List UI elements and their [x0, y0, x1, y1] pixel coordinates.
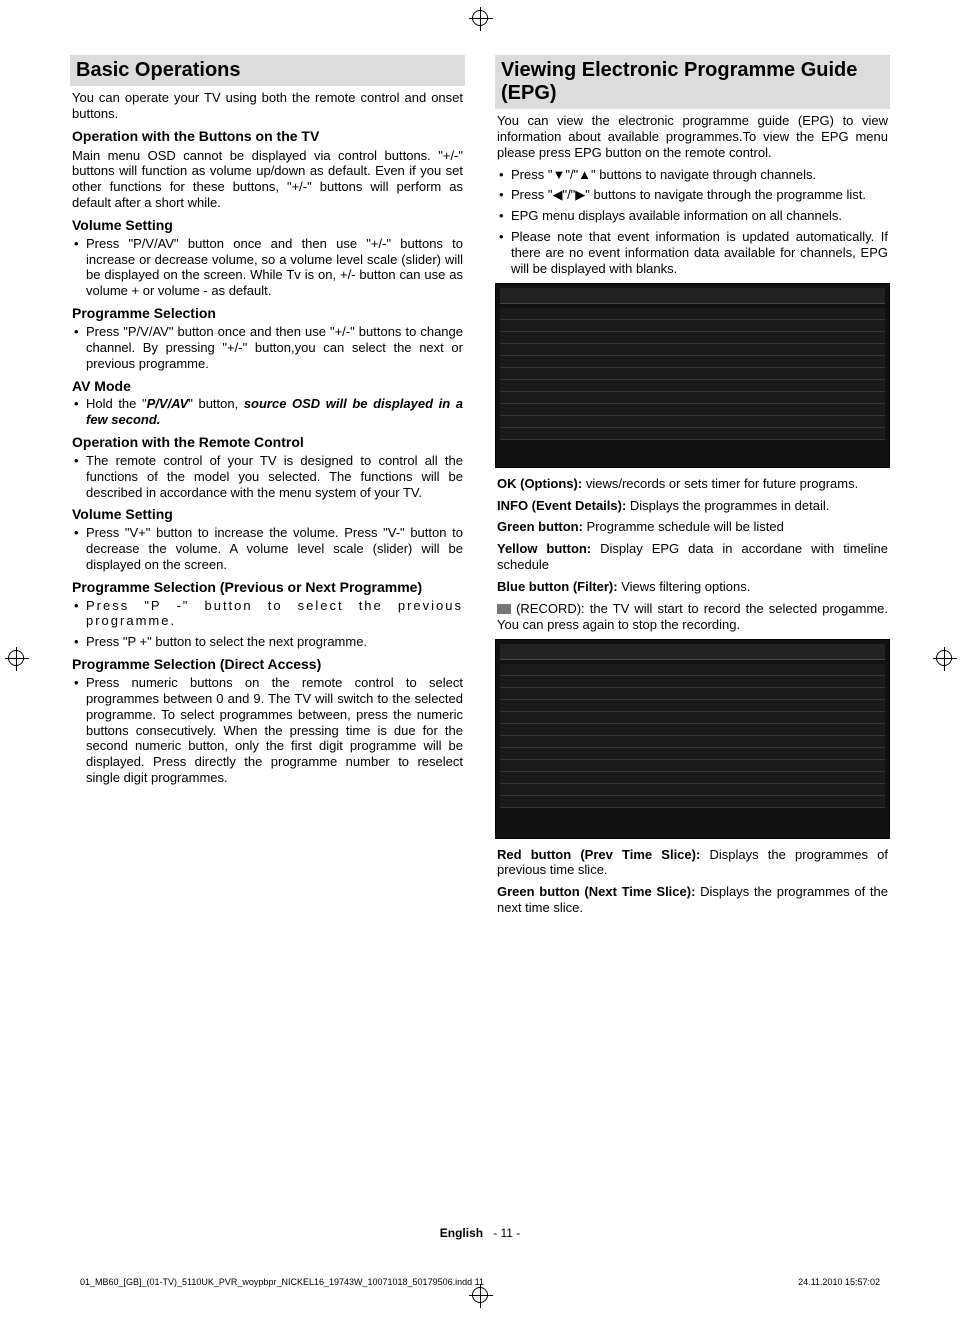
label-bold: Red button (Prev Time Slice): — [497, 847, 700, 862]
bullet-item: The remote control of your TV is designe… — [72, 453, 463, 501]
heading-av-mode: AV Mode — [72, 378, 463, 395]
heading-programme-prev-next: Programme Selection (Previous or Next Pr… — [72, 579, 463, 596]
label-bold: OK (Options): — [497, 476, 582, 491]
yellow-button: Yellow button: Display EPG data in accor… — [497, 541, 888, 573]
footer-page-number: - 11 - — [493, 1226, 520, 1240]
left-column: Basic Operations You can operate your TV… — [70, 55, 465, 922]
label-bold: Blue button (Filter): — [497, 579, 618, 594]
bullet-item: Press "V+" button to increase the volume… — [72, 525, 463, 573]
green-button-next: Green button (Next Time Slice): Displays… — [497, 884, 888, 916]
label-bold: Green button: — [497, 519, 583, 534]
epg-screenshot-2 — [495, 639, 890, 839]
intro-text: You can operate your TV using both the r… — [72, 90, 463, 122]
intro-text: You can view the electronic programme gu… — [497, 113, 888, 161]
blue-button: Blue button (Filter): Views filtering op… — [497, 579, 888, 595]
epg-screenshot-1 — [495, 283, 890, 468]
heading-volume-setting-2: Volume Setting — [72, 506, 463, 523]
text: Views filtering options. — [618, 579, 751, 594]
text: Hold the " — [86, 396, 147, 411]
paragraph: Main menu OSD cannot be displayed via co… — [72, 148, 463, 211]
print-timestamp: 24.11.2010 15:57:02 — [798, 1277, 880, 1287]
bullet-item: Press "P -" button to select the previou… — [72, 598, 463, 630]
print-metadata: 01_MB60_[GB]_(01-TV)_5110UK_PVR_woypbpr_… — [70, 1277, 890, 1287]
page-footer: English - 11 - — [70, 1226, 890, 1240]
footer-language: English — [440, 1226, 483, 1240]
bullet-item: Press numeric buttons on the remote cont… — [72, 675, 463, 786]
bullet-item: Press "P/V/AV" button once and then use … — [72, 236, 463, 299]
right-column: Viewing Electronic Programme Guide (EPG)… — [495, 55, 890, 922]
text: (RECORD): the TV will start to record th… — [497, 601, 888, 632]
heading-programme-selection: Programme Selection — [72, 305, 463, 322]
label-bold: Yellow button: — [497, 541, 591, 556]
section-epg: Viewing Electronic Programme Guide (EPG) — [495, 55, 890, 109]
bullet-item: Press "P +" button to select the next pr… — [72, 634, 463, 650]
heading-operation-buttons: Operation with the Buttons on the TV — [72, 128, 463, 145]
document-page: Basic Operations You can operate your TV… — [70, 55, 890, 1265]
heading-volume-setting: Volume Setting — [72, 217, 463, 234]
heading-remote-control: Operation with the Remote Control — [72, 434, 463, 451]
green-button: Green button: Programme schedule will be… — [497, 519, 888, 535]
record-button: (RECORD): the TV will start to record th… — [497, 601, 888, 633]
bullet-item: EPG menu displays available information … — [497, 208, 888, 224]
red-button-prev: Red button (Prev Time Slice): Displays t… — [497, 847, 888, 879]
bullet-item: Please note that event information is up… — [497, 229, 888, 277]
bullet-item: Press "◀"/"▶" buttons to navigate throug… — [497, 187, 888, 203]
text: views/records or sets timer for future p… — [582, 476, 858, 491]
text: Displays the programmes in detail. — [626, 498, 829, 513]
ok-options: OK (Options): views/records or sets time… — [497, 476, 888, 492]
text: " button, — [188, 396, 244, 411]
text-bold-italic: P/V/AV — [147, 396, 189, 411]
bullet-item: Hold the "P/V/AV" button, source OSD wil… — [72, 396, 463, 428]
info-details: INFO (Event Details): Displays the progr… — [497, 498, 888, 514]
print-filename: 01_MB60_[GB]_(01-TV)_5110UK_PVR_woypbpr_… — [80, 1277, 484, 1287]
text: Programme schedule will be listed — [583, 519, 784, 534]
registration-mark-right — [936, 650, 952, 666]
label-bold: INFO (Event Details): — [497, 498, 626, 513]
registration-mark-bottom — [472, 1287, 488, 1303]
section-basic-operations: Basic Operations — [70, 55, 465, 86]
bullet-item: Press "▼"/"▲" buttons to navigate throug… — [497, 167, 888, 183]
heading-direct-access: Programme Selection (Direct Access) — [72, 656, 463, 673]
registration-mark-top — [472, 10, 488, 26]
label-bold: Green button (Next Time Slice): — [497, 884, 695, 899]
registration-mark-left — [8, 650, 24, 666]
bullet-item: Press "P/V/AV" button once and then use … — [72, 324, 463, 372]
record-icon — [497, 604, 511, 614]
